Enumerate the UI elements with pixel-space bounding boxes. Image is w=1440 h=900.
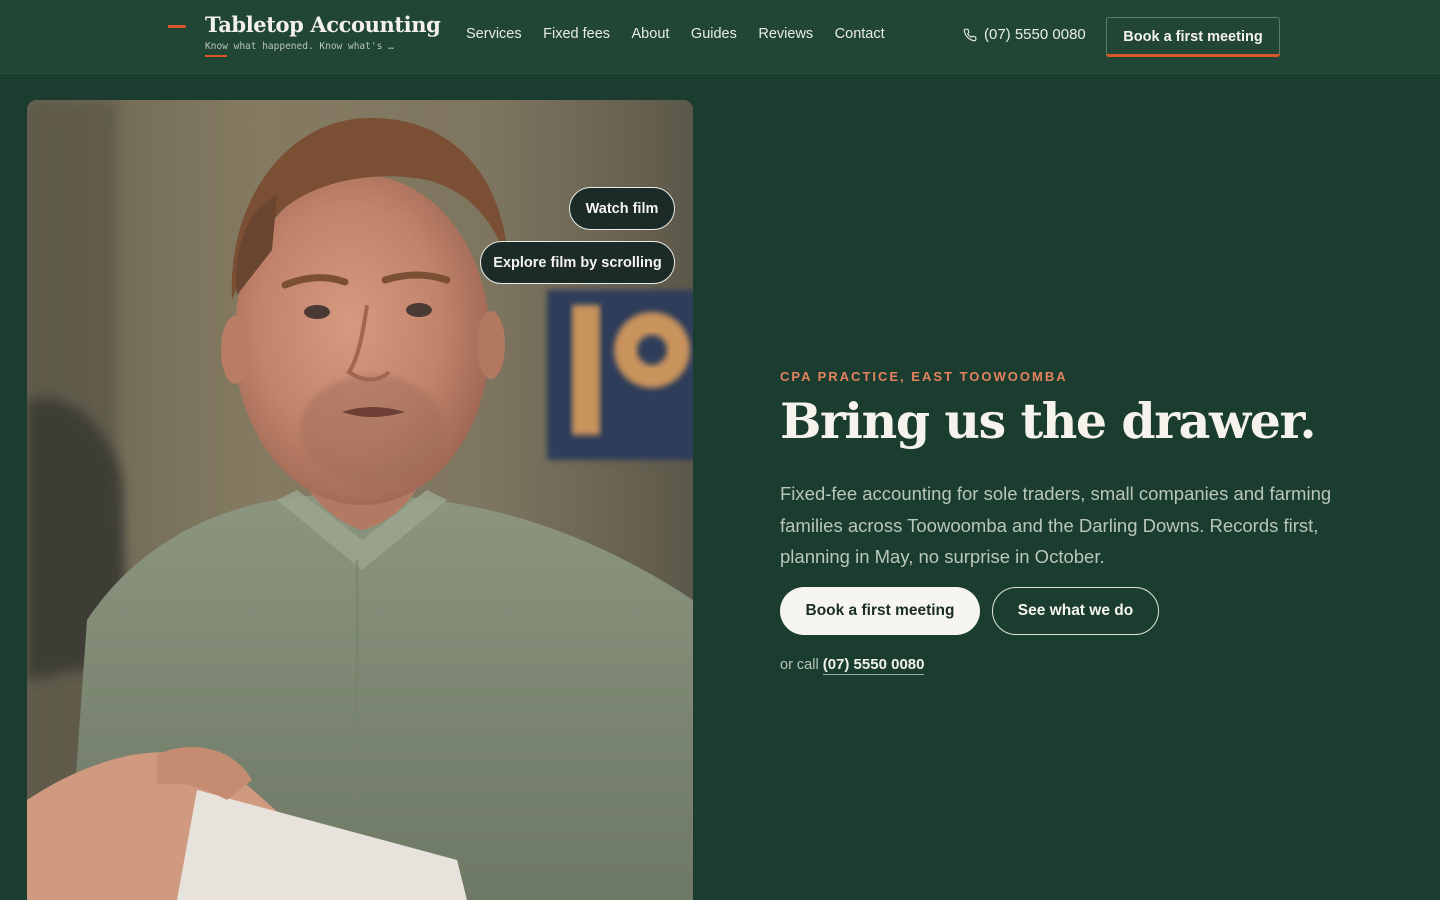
book-meeting-button[interactable]: Book a first meeting [780, 587, 980, 635]
main-nav: Services Fixed fees About Guides Reviews… [466, 26, 906, 46]
explore-film-button[interactable]: Explore film by scrolling [480, 241, 675, 284]
hero-lede: Fixed-fee accounting for sole traders, s… [780, 483, 1332, 567]
header-phone-number: (07) 5550 0080 [984, 26, 1086, 43]
brand-name: Tabletop Accounting [205, 12, 441, 37]
brand-dash-mark [168, 25, 186, 28]
nav-item-contact[interactable]: Contact [835, 26, 885, 46]
hero-video-panel[interactable]: Watch film Explore film by scrolling [27, 100, 693, 900]
or-call-phone-link[interactable]: (07) 5550 0080 [822, 656, 925, 675]
nav-item-fixed-fees[interactable]: Fixed fees [543, 26, 610, 46]
header-phone-link[interactable]: (07) 5550 0080 [963, 26, 1086, 43]
nav-item-services[interactable]: Services [466, 26, 522, 46]
header-book-meeting-button[interactable]: Book a first meeting [1106, 17, 1280, 57]
site-header: Tabletop Accounting Know what happened. … [0, 0, 1440, 74]
brand-tagline: Know what happened. Know what's n… [205, 41, 395, 52]
nav-item-guides[interactable]: Guides [691, 26, 737, 46]
hero-eyebrow: CPA PRACTICE, EAST TOOWOOMBA [780, 369, 1068, 384]
see-what-we-do-button[interactable]: See what we do [992, 587, 1159, 635]
hero-headline: Bring us the drawer. [780, 392, 1317, 450]
nav-item-reviews[interactable]: Reviews [758, 26, 813, 46]
brand-underline [205, 55, 227, 57]
phone-icon [963, 28, 977, 42]
or-call-prefix: or call [780, 657, 819, 673]
nav-item-about[interactable]: About [632, 26, 670, 46]
or-call-line: or call (07) 5550 0080 [780, 656, 925, 675]
watch-film-button[interactable]: Watch film [569, 187, 675, 230]
brand-logo[interactable]: Tabletop Accounting Know what happened. … [168, 12, 441, 62]
